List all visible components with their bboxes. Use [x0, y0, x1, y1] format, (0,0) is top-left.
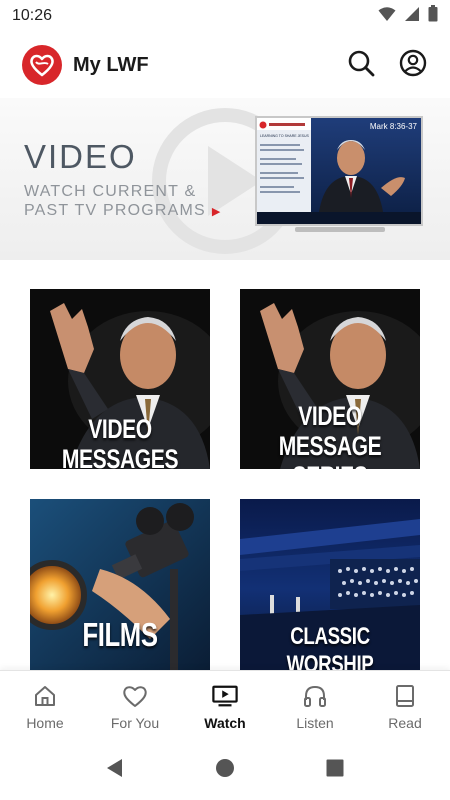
banner-subtitle-line2: PAST TV PROGRAMS ▶	[24, 201, 222, 222]
nav-label: Read	[388, 715, 422, 731]
banner-subtitle: WATCH CURRENT & PAST TV PROGRAMS ▶	[24, 182, 222, 222]
recents-square-icon	[326, 759, 344, 782]
status-icons	[378, 5, 438, 27]
bottom-nav: Home For You Watch Listen Read	[0, 670, 450, 740]
header-actions	[346, 49, 428, 82]
tile-label: VIDEO MESSAGES	[61, 414, 179, 469]
tv-frame: LEARNING TO SHARE JESUS Mark 8:36-37	[255, 116, 423, 226]
battery-icon	[428, 5, 438, 27]
nav-item-read[interactable]: Read	[360, 671, 450, 740]
tile-label-line2: SERIES	[260, 461, 400, 469]
status-bar: 10:26	[0, 0, 450, 32]
nav-label: Home	[26, 715, 64, 731]
account-button[interactable]	[398, 49, 428, 82]
banner-subtitle-line2-text: PAST TV PROGRAMS	[24, 202, 206, 219]
system-nav	[0, 740, 450, 800]
heart-icon	[122, 683, 148, 709]
video-banner[interactable]: VIDEO WATCH CURRENT & PAST TV PROGRAMS ▶ …	[0, 98, 450, 260]
tv-icon	[212, 683, 238, 709]
account-icon	[399, 49, 427, 82]
nav-label: Watch	[204, 715, 246, 731]
tile-video-messages[interactable]: VIDEO MESSAGES	[30, 289, 210, 469]
recents-button[interactable]	[324, 759, 346, 781]
tile-video-message-series[interactable]: VIDEO MESSAGE SERIES	[240, 289, 420, 469]
tv-stand	[295, 227, 385, 232]
search-icon	[347, 49, 375, 82]
play-arrow-icon: ▶	[211, 206, 222, 218]
nav-item-watch[interactable]: Watch	[180, 671, 270, 740]
tile-films[interactable]: FILMS	[30, 499, 210, 679]
back-button[interactable]	[104, 758, 126, 783]
tv-ticker	[257, 212, 421, 224]
tv-caption: Mark 8:36-37	[369, 122, 417, 131]
tile-classic-worship[interactable]: CLASSIC WORSHIP	[240, 499, 420, 679]
book-icon	[392, 683, 418, 709]
tile-label-line1: VIDEO MESSAGE	[278, 401, 382, 461]
headphones-icon	[302, 683, 328, 709]
tv-speaker-image	[319, 140, 405, 212]
banner-subtitle-line1: WATCH CURRENT &	[24, 183, 197, 200]
home-icon	[32, 683, 58, 709]
signal-icon	[404, 6, 420, 27]
heart-logo-icon[interactable]	[22, 45, 62, 85]
tv-side-lines	[260, 144, 304, 193]
banner-title: VIDEO	[24, 138, 137, 175]
search-button[interactable]	[346, 50, 376, 80]
tile-label: VIDEO MESSAGE SERIES	[260, 401, 400, 469]
nav-label: Listen	[296, 715, 334, 731]
tv-screen: Mark 8:36-37	[311, 118, 421, 212]
tv-side-panel: LEARNING TO SHARE JESUS	[257, 118, 311, 224]
home-circle-icon	[215, 758, 235, 783]
app-header: My LWF	[0, 32, 450, 98]
tv-illustration: LEARNING TO SHARE JESUS Mark 8:36-37	[255, 116, 425, 234]
status-time: 10:26	[12, 7, 53, 24]
nav-item-listen[interactable]: Listen	[270, 671, 360, 740]
home-system-button[interactable]	[214, 758, 236, 783]
app-title: My LWF	[73, 53, 149, 76]
tv-side-logo	[257, 118, 311, 130]
back-triangle-icon	[106, 758, 124, 783]
nav-item-home[interactable]: Home	[0, 671, 90, 740]
wifi-icon	[378, 6, 396, 27]
tile-label: FILMS	[82, 616, 158, 653]
nav-item-for-you[interactable]: For You	[90, 671, 180, 740]
nav-label: For You	[110, 715, 160, 731]
tv-heading: LEARNING TO SHARE JESUS	[260, 134, 309, 138]
